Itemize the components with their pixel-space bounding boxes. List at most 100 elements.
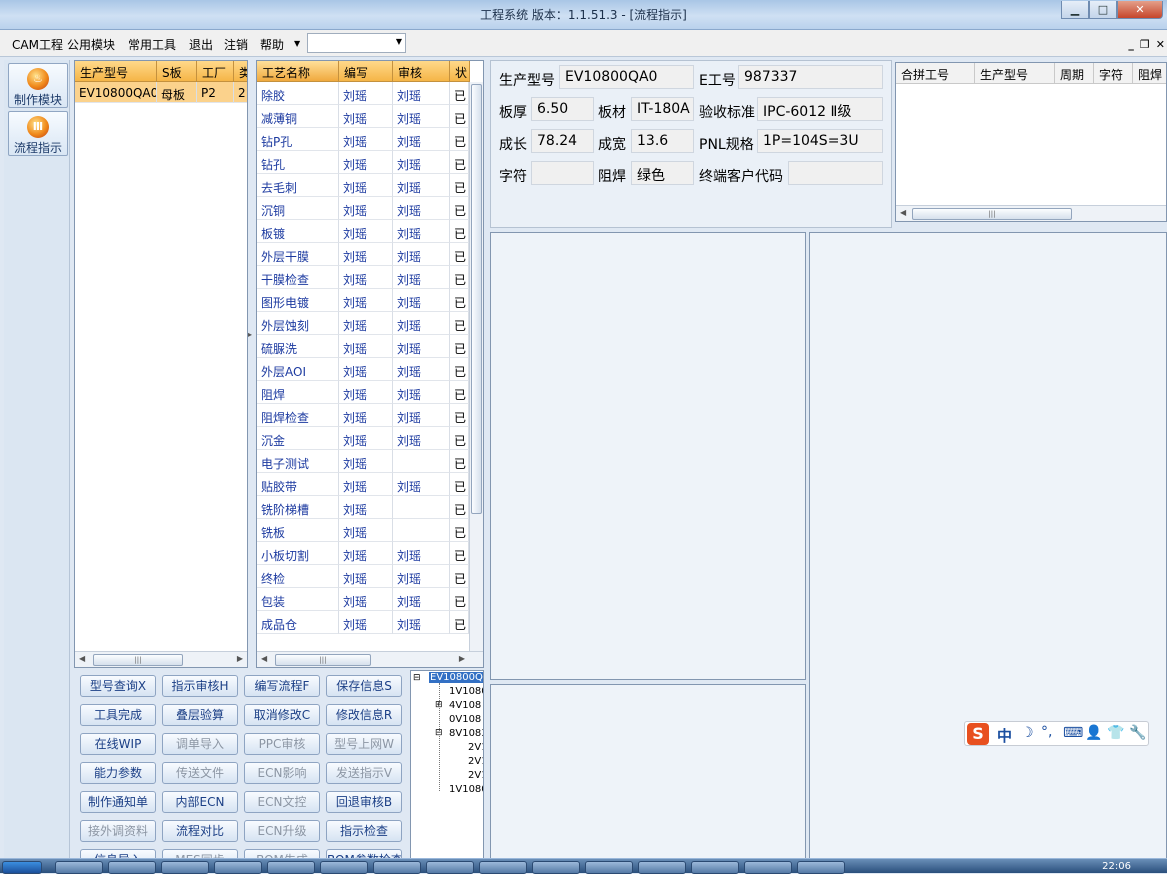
minimize-icon[interactable]: ▁: [1061, 1, 1089, 19]
width-field[interactable]: 13.6: [631, 129, 694, 153]
table-row[interactable]: 包装 刘瑶 刘瑶已: [257, 588, 469, 611]
menu-logout[interactable]: 注销: [224, 36, 248, 53]
thickness-field[interactable]: 6.50: [531, 97, 594, 121]
start-button[interactable]: [2, 861, 42, 874]
mdi-close-icon[interactable]: ✕: [1156, 38, 1165, 51]
table-row[interactable]: 干膜检查 刘瑶 刘瑶已: [257, 266, 469, 289]
table-row[interactable]: 铣板 刘瑶 已: [257, 519, 469, 542]
splitter-handle[interactable]: ▸: [248, 330, 252, 339]
action-button[interactable]: ECN文控: [244, 791, 320, 813]
wrench-icon[interactable]: 🔧: [1129, 725, 1146, 741]
length-field[interactable]: 78.24: [531, 129, 594, 153]
col-header-process[interactable]: 工艺名称: [257, 61, 339, 82]
taskbar-app[interactable]: [161, 861, 209, 874]
table-row[interactable]: 终检 刘瑶 刘瑶已: [257, 565, 469, 588]
char-field[interactable]: [531, 161, 594, 185]
table-row[interactable]: 图形电镀 刘瑶 刘瑶已: [257, 289, 469, 312]
taskbar-app[interactable]: [532, 861, 580, 874]
table-row[interactable]: 外层蚀刻 刘瑶 刘瑶已: [257, 312, 469, 335]
action-button[interactable]: 发送指示V: [326, 762, 402, 784]
menu-cam[interactable]: CAM工程: [12, 36, 63, 53]
close-icon[interactable]: ✕: [1117, 1, 1163, 19]
pnl-field[interactable]: 1P=104S=3U: [757, 129, 883, 153]
col-header-char[interactable]: 字符: [1094, 63, 1133, 84]
chevron-down-icon[interactable]: ▼: [396, 37, 402, 46]
col-header-type[interactable]: 类: [234, 61, 247, 82]
action-button[interactable]: PPC审核: [244, 733, 320, 755]
model-field[interactable]: EV10800QA0: [559, 65, 694, 89]
action-button[interactable]: ECN影响: [244, 762, 320, 784]
chevron-left-icon[interactable]: ◀: [79, 654, 85, 663]
action-button[interactable]: 在线WIP: [80, 733, 156, 755]
punctuation-icon[interactable]: °,: [1041, 724, 1052, 740]
tree-node[interactable]: 2V1: [468, 742, 483, 753]
col-header-factory[interactable]: 工厂: [197, 61, 234, 82]
col-header-combine-no[interactable]: 合拼工号: [896, 63, 975, 84]
hscroll-thumb[interactable]: |||: [93, 654, 183, 666]
taskbar-app[interactable]: [426, 861, 474, 874]
tree-collapse-icon[interactable]: ⊟: [413, 673, 421, 683]
col-header-mask[interactable]: 阻焊: [1133, 63, 1166, 84]
tree-node[interactable]: 2V1: [468, 770, 483, 781]
tree-node[interactable]: 0V108: [449, 714, 481, 725]
mdi-restore-icon[interactable]: ❐: [1140, 38, 1150, 51]
table-row[interactable]: 减薄铜 刘瑶 刘瑶已: [257, 105, 469, 128]
table-row[interactable]: 阻焊检查 刘瑶 刘瑶已: [257, 404, 469, 427]
action-button[interactable]: 接外调资料: [80, 820, 156, 842]
action-button[interactable]: 内部ECN: [162, 791, 238, 813]
maximize-icon[interactable]: □: [1089, 1, 1117, 19]
table-row[interactable]: 除胶 刘瑶 刘瑶已: [257, 82, 469, 105]
menu-exit[interactable]: 退出: [189, 36, 213, 53]
taskbar-app[interactable]: [638, 861, 686, 874]
chevron-right-icon[interactable]: ▶: [459, 654, 465, 663]
tree-node[interactable]: 1V1080: [449, 686, 483, 697]
sogou-logo-icon[interactable]: S: [967, 723, 989, 745]
taskbar-app[interactable]: [214, 861, 262, 874]
taskbar-app[interactable]: [267, 861, 315, 874]
chevron-left-icon[interactable]: ◀: [261, 654, 267, 663]
action-button[interactable]: 指示审核H: [162, 675, 238, 697]
eno-field[interactable]: 987337: [738, 65, 883, 89]
mdi-minimize-icon[interactable]: _: [1128, 38, 1134, 51]
action-button[interactable]: 叠层验算: [162, 704, 238, 726]
col-header-combine-model[interactable]: 生产型号: [975, 63, 1055, 84]
taskbar-app[interactable]: [479, 861, 527, 874]
menu-common-modules[interactable]: 公用模块: [67, 36, 115, 53]
moon-icon[interactable]: ☽: [1021, 725, 1034, 741]
action-button[interactable]: 回退审核B: [326, 791, 402, 813]
action-button[interactable]: 指示检查: [326, 820, 402, 842]
taskbar-app[interactable]: [373, 861, 421, 874]
table-row[interactable]: 去毛刺 刘瑶 刘瑶已: [257, 174, 469, 197]
table-row[interactable]: EV10800QA0 母板 P2 2: [75, 82, 247, 103]
process-grid-hscroll[interactable]: ◀ ||| ▶: [257, 651, 483, 667]
taskbar-app[interactable]: [55, 861, 103, 874]
action-button[interactable]: 型号查询X: [80, 675, 156, 697]
customer-field[interactable]: [788, 161, 883, 185]
col-header-sboard[interactable]: S板: [157, 61, 197, 82]
taskbar-app[interactable]: [108, 861, 156, 874]
action-button[interactable]: ECN升级: [244, 820, 320, 842]
taskbar-app[interactable]: [744, 861, 792, 874]
table-row[interactable]: 外层干膜 刘瑶 刘瑶已: [257, 243, 469, 266]
table-row[interactable]: 钻孔 刘瑶 刘瑶已: [257, 151, 469, 174]
action-button[interactable]: 传送文件: [162, 762, 238, 784]
tree-node[interactable]: 8V1083: [449, 728, 483, 739]
action-button[interactable]: 保存信息S: [326, 675, 402, 697]
chevron-down-icon[interactable]: ▼: [294, 39, 300, 48]
action-button[interactable]: 调单导入: [162, 733, 238, 755]
table-row[interactable]: 沉铜 刘瑶 刘瑶已: [257, 197, 469, 220]
taskbar-app[interactable]: [691, 861, 739, 874]
tree-node[interactable]: 4V108: [449, 700, 481, 711]
tree-node[interactable]: 2V1: [468, 756, 483, 767]
action-button[interactable]: 型号上网W: [326, 733, 402, 755]
col-header-status[interactable]: 状: [450, 61, 470, 82]
flow-button[interactable]: Ⅲ 流程指示: [8, 111, 68, 156]
taskbar-app[interactable]: [585, 861, 633, 874]
keyboard-icon[interactable]: ⌨: [1063, 725, 1083, 741]
action-button[interactable]: 编写流程F: [244, 675, 320, 697]
shirt-icon[interactable]: 👕: [1107, 725, 1124, 741]
menu-combo-box[interactable]: ▼: [307, 33, 406, 53]
taskbar-app[interactable]: [320, 861, 368, 874]
action-button[interactable]: 能力参数: [80, 762, 156, 784]
module-button[interactable]: ♨ 制作模块: [8, 63, 68, 108]
